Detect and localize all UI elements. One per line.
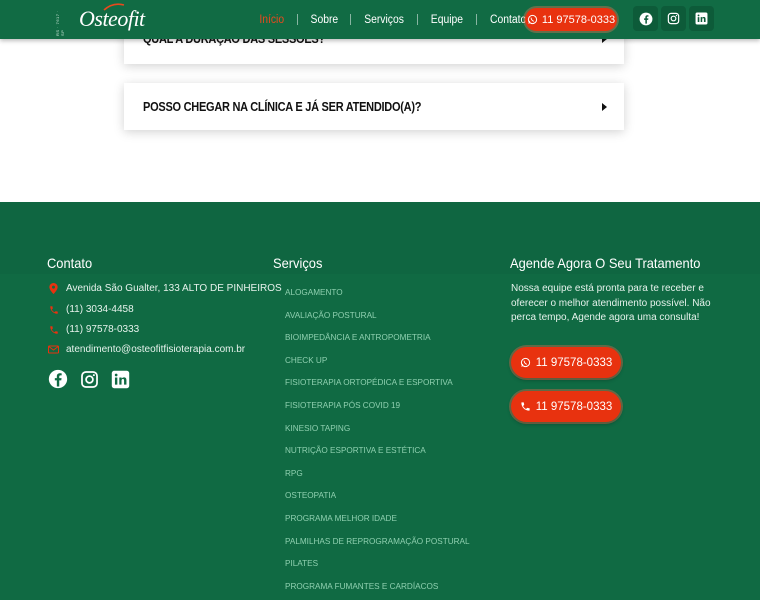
service-link[interactable]: FISIOTERAPIA PÓS COVID 19 — [285, 401, 470, 424]
nav-item-servicos[interactable]: Serviços — [354, 14, 413, 26]
phone-icon — [521, 402, 530, 411]
header-instagram-link[interactable] — [661, 6, 686, 31]
footer-phone-button[interactable]: 11 97578-0333 — [511, 391, 621, 422]
service-link[interactable]: RPG — [285, 469, 470, 492]
nav-divider — [350, 14, 352, 25]
contact-phone-1[interactable]: (11) 3034-4458 — [48, 304, 134, 315]
facebook-icon — [639, 12, 652, 25]
contact-address: Avenida São Gualter, 133 ALTO DE PINHEIR… — [48, 283, 282, 294]
facebook-icon[interactable] — [48, 369, 68, 389]
nav-item-sobre[interactable]: Sobre — [300, 14, 347, 26]
nav-item-equipe[interactable]: Equipe — [421, 14, 473, 26]
linkedin-icon — [695, 12, 708, 25]
site-logo[interactable]: Osteofit — [79, 6, 145, 32]
site-footer: Contato Serviços Agende Agora O Seu Trat… — [0, 202, 760, 600]
nav-divider — [296, 14, 298, 25]
service-link[interactable]: AVALIAÇÃO POSTURAL — [285, 311, 470, 334]
service-link[interactable]: BIOIMPEDÂNCIA E ANTROPOMETRIA — [285, 333, 470, 356]
phone-icon — [48, 304, 59, 315]
header-whatsapp-button[interactable]: 11 97578-0333 — [525, 8, 617, 31]
main-nav: Início Sobre Serviços Equipe Contato — [247, 0, 539, 39]
instagram-icon[interactable] — [79, 369, 99, 389]
faq-item[interactable]: POSSO CHEGAR NA CLÍNICA E JÁ SER ATENDID… — [124, 83, 624, 130]
nav-item-inicio[interactable]: Início — [249, 14, 294, 26]
service-link[interactable]: PROGRAMA FUMANTES E CARDÍACOS — [285, 582, 470, 600]
map-marker-icon — [48, 283, 59, 294]
service-link[interactable]: FISIOTERAPIA ORTOPÉDICA E ESPORTIVA — [285, 378, 470, 401]
envelope-icon — [48, 344, 59, 355]
footer-whatsapp-button[interactable]: 11 97578-0333 — [511, 347, 621, 378]
logo-side-text: RS · 7617 · SP — [55, 10, 65, 36]
phone-text[interactable]: (11) 3034-4458 — [66, 304, 134, 315]
nav-divider — [476, 14, 478, 25]
service-link[interactable]: KINESIO TAPING — [285, 424, 470, 447]
service-link[interactable]: PILATES — [285, 559, 470, 582]
service-link[interactable]: PROGRAMA MELHOR IDADE — [285, 514, 470, 537]
header-linkedin-link[interactable] — [689, 6, 714, 31]
service-link[interactable]: CHECK UP — [285, 356, 470, 379]
whatsapp-icon — [527, 14, 538, 25]
whatsapp-icon — [520, 357, 530, 368]
service-link[interactable]: ALOGAMENTO — [285, 288, 470, 311]
caret-right-icon[interactable] — [602, 102, 607, 111]
linkedin-icon[interactable] — [110, 369, 130, 389]
contact-phone-2[interactable]: (11) 97578-0333 — [48, 324, 139, 335]
site-header: RS · 7617 · SP Osteofit Início Sobre Ser… — [0, 0, 760, 39]
header-phone-label: 11 97578-0333 — [541, 13, 616, 26]
services-list: ALOGAMENTO AVALIAÇÃO POSTURAL BIOIMPEDÂN… — [285, 288, 470, 600]
agende-title: Agende Agora O Seu Tratamento — [510, 255, 701, 271]
phone-icon — [48, 324, 59, 335]
agende-description: Nossa equipe está pronta para te receber… — [511, 283, 711, 323]
header-facebook-link[interactable] — [633, 6, 658, 31]
nav-divider — [417, 14, 419, 25]
services-title: Serviços — [273, 255, 323, 271]
service-link[interactable]: NUTRIÇÃO ESPORTIVA E ESTÉTICA — [285, 446, 470, 469]
contact-title: Contato — [47, 255, 93, 271]
phone-button-label: 11 97578-0333 — [535, 400, 613, 413]
faq-question[interactable]: POSSO CHEGAR NA CLÍNICA E JÁ SER ATENDID… — [143, 100, 421, 114]
service-link[interactable]: PALMILHAS DE REPROGRAMAÇÃO POSTURAL — [285, 537, 470, 560]
contact-email[interactable]: atendimento@osteofitfisioterapia.com.br — [48, 344, 245, 355]
whatsapp-button-label: 11 97578-0333 — [535, 356, 613, 369]
email-text[interactable]: atendimento@osteofitfisioterapia.com.br — [66, 344, 245, 355]
service-link[interactable]: OSTEOPATIA — [285, 491, 470, 514]
phone-text[interactable]: (11) 97578-0333 — [66, 324, 139, 335]
instagram-icon — [667, 12, 680, 25]
footer-social-links — [48, 369, 130, 389]
address-text: Avenida São Gualter, 133 ALTO DE PINHEIR… — [66, 283, 282, 294]
